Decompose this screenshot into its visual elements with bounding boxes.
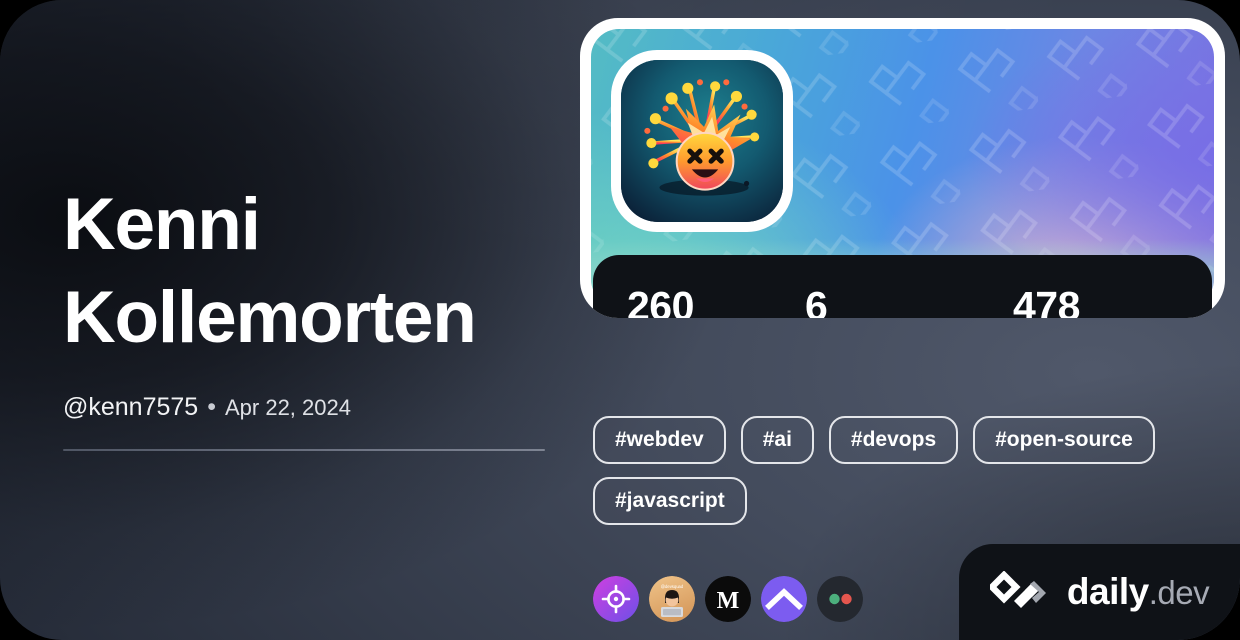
tag-list: #webdev #ai #devops #open-source #javasc…: [593, 416, 1213, 525]
separator-dot: •: [207, 392, 216, 421]
medium-m-icon: M: [705, 576, 751, 622]
tag-open-source[interactable]: #open-source: [973, 416, 1155, 464]
profile-detail-column: 260 Reputation 6: [580, 18, 1225, 622]
svg-text:@devsquad: @devsquad: [661, 584, 684, 589]
brand-name: daily: [1066, 571, 1149, 612]
tag-ai[interactable]: #ai: [740, 416, 814, 464]
tag-javascript[interactable]: #javascript: [593, 477, 747, 525]
avatar: [611, 50, 793, 232]
stat-posts-read: 478 Posts read: [1013, 282, 1147, 318]
cover-frame: 260 Reputation 6: [580, 18, 1225, 318]
handle-and-date: @kenn7575 • Apr 22, 2024: [63, 393, 563, 422]
brand-wordmark: daily .dev: [1066, 571, 1210, 613]
stat-value: 260: [627, 282, 694, 318]
user-handle: @kenn7575: [63, 392, 199, 421]
stats-bar: 260 Reputation 6: [593, 255, 1212, 318]
stat-value: 6: [805, 282, 828, 318]
avatar-image: [621, 60, 783, 222]
chevron-up-icon: [761, 576, 807, 622]
svg-text:M: M: [717, 588, 740, 614]
source-list: @devsquad M: [593, 576, 863, 622]
person-avatar-icon: @devsquad: [649, 576, 695, 622]
profile-identity: Kenni Kollemorten @kenn7575 • Apr 22, 20…: [63, 178, 563, 451]
divider: [63, 448, 545, 451]
crosshair-icon: [593, 576, 639, 622]
tag-webdev[interactable]: #webdev: [593, 416, 726, 464]
brand-suffix: .dev: [1148, 574, 1210, 611]
daily-dev-logo-icon: [989, 571, 1046, 608]
page-title: Kenni Kollemorten: [63, 184, 477, 359]
two-dots-icon: [817, 576, 863, 622]
source-crosshair[interactable]: [593, 576, 639, 622]
stat-longest-streak: 6 Longest streak: [805, 282, 1013, 318]
source-avatar-photo[interactable]: @devsquad: [649, 576, 695, 622]
exploding-head-icon: [621, 60, 783, 222]
joined-date: Apr 22, 2024: [224, 394, 351, 420]
profile-card: Kenni Kollemorten @kenn7575 • Apr 22, 20…: [0, 0, 1240, 640]
source-chevron[interactable]: [761, 576, 807, 622]
stat-reputation: 260 Reputation: [627, 282, 805, 318]
tag-devops[interactable]: #devops: [828, 416, 959, 464]
brand-logo: daily .dev: [959, 544, 1240, 640]
source-medium[interactable]: M: [705, 576, 751, 622]
stat-value: 478: [1013, 282, 1080, 318]
source-dots[interactable]: [817, 576, 863, 622]
